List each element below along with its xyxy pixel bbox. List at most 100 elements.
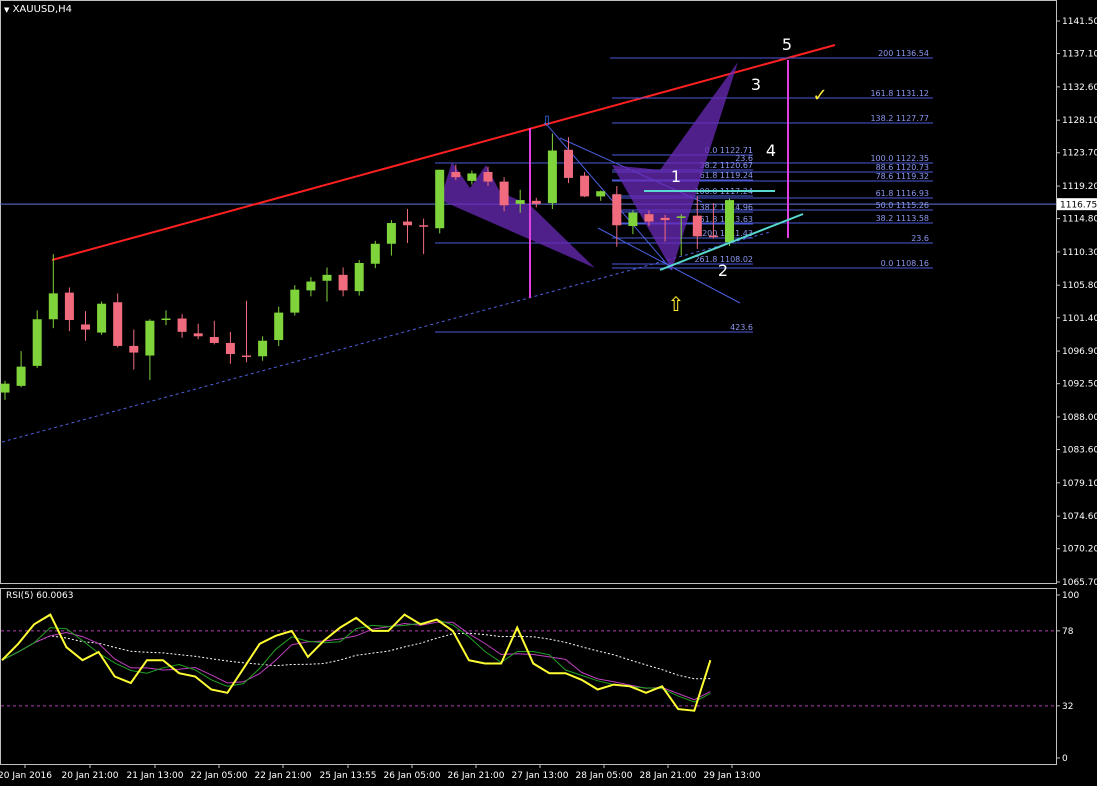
fib-upper-label: 161.8 1131.12 <box>870 89 929 98</box>
fib-upper-label: 38.2 1113.58 <box>876 214 929 223</box>
current-price-label: 1116.75 <box>1060 201 1097 211</box>
symbol-title-text: XAUUSD,H4 <box>12 4 73 15</box>
dropdown-triangle-icon[interactable]: ▼ <box>4 6 9 14</box>
fib-upper-label: 200 1136.54 <box>878 49 929 58</box>
candle-body <box>97 303 107 333</box>
price-tick-label: 1065.70 <box>1062 578 1097 588</box>
candle-body <box>644 214 654 222</box>
candle-body <box>708 235 718 238</box>
time-tick-label: 27 Jan 13:00 <box>512 771 569 781</box>
candle-body <box>386 223 396 244</box>
candle-body <box>547 150 557 204</box>
rsi-tick-label: 0 <box>1062 754 1068 764</box>
candle-body <box>81 324 90 330</box>
fib-upper-label: 100.0 1122.35 <box>870 154 929 163</box>
price-tick-label: 1079.10 <box>1062 479 1097 489</box>
candle-body <box>467 173 477 181</box>
fib-lower-label: 161.8 1113.63 <box>694 215 753 224</box>
candle-body <box>499 181 509 206</box>
candle-body <box>32 319 42 366</box>
blue-down-arrow-icon: ⇩ <box>541 114 553 130</box>
candle-body <box>0 383 10 393</box>
candle-body <box>354 263 364 292</box>
price-tick-label: 1083.60 <box>1062 446 1097 456</box>
time-tick-label: 25 Jan 13:55 <box>320 771 377 781</box>
axes-layer: 1141.50 1137.10 1132.60 1128.10 1123.70 1119.… <box>0 17 1097 781</box>
price-tick-label: 1088.00 <box>1062 413 1097 423</box>
candle-body <box>483 171 493 182</box>
symbol-title[interactable]: ▼ XAUUSD,H4 <box>4 4 72 15</box>
candle-body <box>370 243 380 264</box>
fib-lower-label: 38.2 1120.67 <box>700 161 753 170</box>
candle-body <box>274 312 284 340</box>
fib-upper-label: 23.6 <box>911 234 929 243</box>
fib-upper-label: 0.0 1108.16 <box>881 259 929 268</box>
price-tick-label: 1123.70 <box>1062 149 1097 159</box>
price-tick-label: 1092.50 <box>1062 380 1097 390</box>
fib-upper-label: 138.2 1127.77 <box>870 114 929 123</box>
price-chart[interactable]: 200 1136.54161.8 1131.12138.2 1127.77100… <box>0 0 1097 786</box>
price-tick-label: 1070.20 <box>1062 545 1097 555</box>
rsi-tick-label: 78 <box>1062 627 1074 637</box>
candle-body <box>290 289 300 313</box>
price-tick-label: 1128.10 <box>1062 116 1097 126</box>
candle-body <box>338 274 348 291</box>
rsi-title: RSI(5) 60.0063 <box>6 591 74 601</box>
candle-body <box>419 225 429 227</box>
price-tick-label: 1137.10 <box>1062 50 1097 60</box>
fib-upper-label: 61.8 1116.93 <box>876 189 929 198</box>
price-tick-label: 1132.60 <box>1062 83 1097 93</box>
time-tick-label: 28 Jan 21:00 <box>640 771 697 781</box>
wave-label: 1 <box>671 167 681 186</box>
rsi-signal-green <box>1 618 711 703</box>
candle-body <box>113 302 123 346</box>
price-tick-label: 1114.80 <box>1062 215 1097 225</box>
time-tick-label: 26 Jan 21:00 <box>448 771 505 781</box>
yellow-up-arrow-icon: ⇧ <box>668 292 685 316</box>
price-tick-label: 1074.60 <box>1062 512 1097 522</box>
candle-body <box>692 215 702 237</box>
harmonic-pattern-layer <box>440 62 738 270</box>
candle-body <box>660 217 670 221</box>
candle-body <box>48 293 58 320</box>
time-tick-label: 22 Jan 05:00 <box>191 771 248 781</box>
candle-body <box>16 366 26 386</box>
rsi-tick-label: 100 <box>1062 591 1079 601</box>
candle-body <box>580 175 590 197</box>
candle-body <box>612 194 622 226</box>
candle-body <box>515 200 525 204</box>
candle-body <box>306 281 316 291</box>
wave-label: 2 <box>718 261 728 280</box>
fib-upper-label: 88.6 1120.73 <box>876 163 929 172</box>
candle-body <box>676 216 686 218</box>
candle-body <box>628 212 638 227</box>
candle-body <box>64 292 74 321</box>
candle-body <box>225 342 235 355</box>
candle-body <box>258 340 268 357</box>
price-tick-label: 1119.20 <box>1062 182 1097 192</box>
time-tick-label: 20 Jan 2016 <box>0 771 52 781</box>
candle-body <box>242 355 251 358</box>
rsi-slow-average <box>1 632 711 680</box>
candle-body <box>596 191 606 197</box>
candle-body <box>209 337 219 343</box>
candle-body <box>435 169 445 229</box>
wave-label: 4 <box>766 141 776 160</box>
fib-lower-label: 138.2 1114.96 <box>694 203 753 212</box>
candle-body <box>161 318 171 321</box>
wave-label: 5 <box>782 35 792 54</box>
candle-body <box>564 149 573 178</box>
price-tick-label: 1096.90 <box>1062 347 1097 357</box>
yellow-check-icon: ✓ <box>812 85 827 106</box>
price-tick-label: 1141.50 <box>1062 17 1097 27</box>
fib-lower-label: 423.6 <box>730 323 753 332</box>
chart-window[interactable]: 200 1136.54 161.8 1131.12 138.2 1127.77 100… <box>0 0 1097 786</box>
rsi-layer <box>1 613 1056 712</box>
price-tick-label: 1105.80 <box>1062 281 1097 291</box>
annotation-layer: 1 2 3 4 5 ⇩ ⇧ ✓ <box>529 35 828 316</box>
candle-body <box>177 318 187 332</box>
candle-body <box>322 274 332 281</box>
rsi-tick-label: 32 <box>1062 702 1073 712</box>
time-tick-label: 29 Jan 13:00 <box>704 771 761 781</box>
candle-body <box>129 345 139 353</box>
